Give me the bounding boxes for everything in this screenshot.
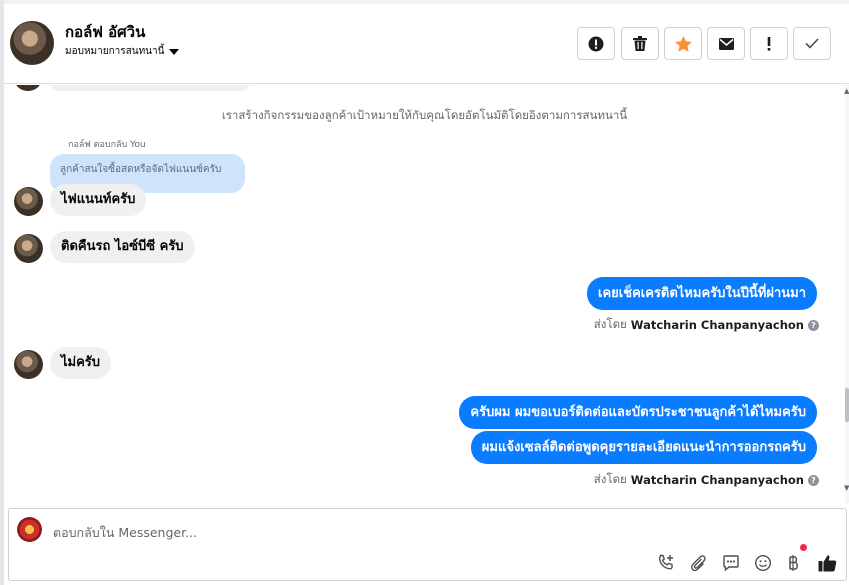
system-note: เราสร้างกิจกรรมของลูกค้าเป้าหมายให้กับคุ… xyxy=(221,108,628,122)
scrollbar-thumb[interactable] xyxy=(845,388,849,422)
delete-button[interactable] xyxy=(621,27,659,60)
assign-conversation-label: มอบหมายการสนทนานี้ xyxy=(65,46,165,57)
star-button[interactable] xyxy=(664,27,702,60)
reply-input[interactable]: ตอบกลับใน Messenger... xyxy=(53,523,197,543)
message-list[interactable]: เราสร้างกิจกรรมของลูกค้าเป้าหมายให้กับคุ… xyxy=(4,85,845,503)
mark-done-button[interactable] xyxy=(793,27,831,60)
smiley-icon[interactable] xyxy=(753,553,773,573)
message-bubble-incoming[interactable]: ไม่ครับ xyxy=(50,347,112,379)
message-bubble-incoming[interactable]: ไฟแนนท์ครับ xyxy=(50,184,147,216)
message-bubble-outgoing[interactable]: เคยเช็คเครดิตไหมครับในปีนี้ที่ผ่านมา xyxy=(587,277,817,310)
exclamation-circle-icon xyxy=(588,36,604,51)
star-icon xyxy=(674,35,692,52)
thumbs-up-icon[interactable] xyxy=(817,553,837,573)
sent-by-label: ส่งโดย Watcharin Chanpanyachon ? xyxy=(594,471,819,489)
trash-icon xyxy=(633,36,647,51)
caret-down-icon xyxy=(169,48,180,55)
sent-by-prefix: ส่งโดย xyxy=(593,472,627,486)
sent-by-name: Watcharin Chanpanyachon xyxy=(630,473,804,487)
sender-avatar[interactable] xyxy=(14,187,43,216)
phone-add-icon[interactable] xyxy=(656,553,676,573)
message-composer: ตอบกลับใน Messenger... xyxy=(8,508,847,581)
question-circle-icon[interactable]: ? xyxy=(808,474,819,486)
exclamation-icon xyxy=(767,36,771,51)
envelope-icon xyxy=(718,37,734,50)
chat-bubble-icon[interactable] xyxy=(721,553,741,573)
scroll-down-arrow-icon[interactable]: ▼ xyxy=(844,484,849,492)
contact-name[interactable]: กอล์ฟ อัศวิน xyxy=(65,20,145,44)
page-avatar xyxy=(17,517,42,542)
assign-conversation-dropdown[interactable]: มอบหมายการสนทนานี้ xyxy=(65,44,180,59)
check-icon xyxy=(805,38,819,49)
spam-button[interactable] xyxy=(577,27,615,60)
paperclip-icon[interactable] xyxy=(688,553,708,573)
sender-avatar[interactable] xyxy=(14,350,43,379)
message-bubble-incoming xyxy=(50,85,250,91)
sender-avatar[interactable] xyxy=(14,234,43,263)
baht-icon[interactable] xyxy=(784,553,804,573)
scrollbar-track[interactable] xyxy=(845,85,849,503)
mark-unread-button[interactable] xyxy=(707,27,745,60)
follow-up-button[interactable] xyxy=(750,27,788,60)
sent-by-prefix: ส่งโดย xyxy=(593,317,627,331)
reply-label: กอล์ฟ ตอบกลับ You xyxy=(68,140,146,150)
sender-avatar xyxy=(14,85,42,91)
contact-avatar[interactable] xyxy=(10,21,54,65)
question-circle-icon[interactable]: ? xyxy=(808,319,819,331)
sent-by-name: Watcharin Chanpanyachon xyxy=(630,318,804,332)
conversation-header: กอล์ฟ อัศวิน มอบหมายการสนทนานี้ xyxy=(4,4,849,84)
message-bubble-outgoing[interactable]: ครับผม ผมขอเบอร์ติดต่อและบัตรประชาชนลูกค… xyxy=(459,396,817,429)
sent-by-label: ส่งโดย Watcharin Chanpanyachon ? xyxy=(594,316,819,334)
message-bubble-outgoing[interactable]: ผมแจ้งเซลล์ติดต่อพูดคุยรายละเอียดแนะนำกา… xyxy=(470,431,817,464)
scroll-up-arrow-icon[interactable]: ▲ xyxy=(844,87,849,95)
message-bubble-incoming[interactable]: ติดคืนรถ ไอซ์บีซี ครับ xyxy=(50,231,195,263)
notification-dot xyxy=(800,544,807,551)
